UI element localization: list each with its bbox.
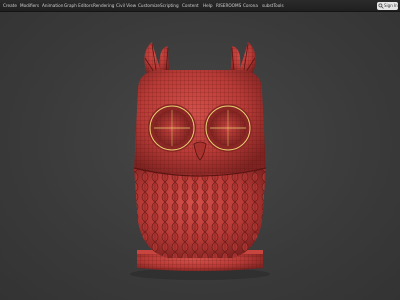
- menu-item-modifiers[interactable]: Modifiers: [20, 0, 39, 12]
- menu-item-scripting[interactable]: Scripting: [160, 0, 179, 12]
- menu-item-content[interactable]: Content: [182, 0, 199, 12]
- left-eye: [148, 104, 196, 152]
- menu-item-customize[interactable]: Customize: [138, 0, 160, 12]
- 3d-viewport[interactable]: [0, 12, 400, 300]
- menu-item-animation[interactable]: Animation: [42, 0, 63, 12]
- menu-item-rendering[interactable]: Rendering: [93, 0, 114, 12]
- menu-bar: Create Modifiers Animation Graph Editors…: [0, 0, 400, 12]
- owl-body: [133, 167, 267, 258]
- menu-item-help[interactable]: Help: [203, 0, 213, 12]
- menu-item-corona[interactable]: Corona: [243, 0, 258, 12]
- right-ear-tuft: [230, 42, 256, 74]
- sign-in-label: Sign In: [384, 3, 398, 8]
- menu-item-create[interactable]: Create: [3, 0, 17, 12]
- right-eye: [204, 104, 252, 152]
- menu-item-civil-view[interactable]: Civil View: [116, 0, 136, 12]
- owl-model: [130, 42, 270, 280]
- menu-item-riserooms[interactable]: RISEROOMS: [216, 0, 241, 12]
- menu-item-substtools[interactable]: substTools: [262, 0, 284, 12]
- left-ear-tuft: [144, 42, 170, 74]
- sign-in-box[interactable]: Sign In: [377, 2, 398, 10]
- menu-item-graph-editors[interactable]: Graph Editors: [64, 0, 93, 12]
